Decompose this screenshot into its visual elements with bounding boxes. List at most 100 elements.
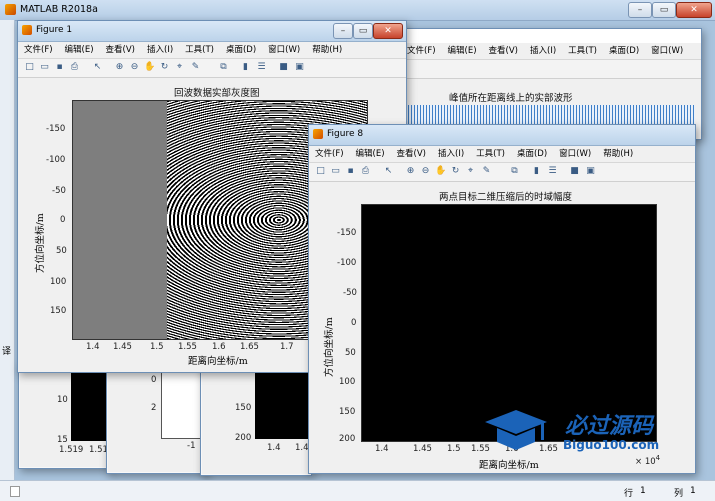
fig8-ytick: -50 xyxy=(343,288,357,298)
side-label: 译 xyxy=(2,347,12,357)
minimize-button[interactable]: – xyxy=(333,23,353,39)
zoom-out-icon[interactable]: ⊖ xyxy=(129,62,140,73)
menu-desktop[interactable]: 桌面(D) xyxy=(603,43,645,59)
menu-view[interactable]: 查看(V) xyxy=(391,146,432,162)
menu-window[interactable]: 窗口(W) xyxy=(553,146,597,162)
menu-tools[interactable]: 工具(T) xyxy=(470,146,511,162)
new-figure-icon[interactable]: □ xyxy=(315,166,326,177)
maximize-button[interactable]: ▭ xyxy=(353,23,373,39)
fig8-xtick: 1.5 xyxy=(447,444,461,454)
fig1-xtick: 1.6 xyxy=(212,342,226,352)
watermark-logo: 必过源码 Biguo100.com xyxy=(483,406,693,456)
bg-b-ytick: 0 xyxy=(151,375,157,385)
bg-b-ytick: 2 xyxy=(151,403,157,413)
menu-insert[interactable]: 插入(I) xyxy=(432,146,470,162)
status-scroll-grip[interactable] xyxy=(10,486,20,497)
matlab-titlebar: MATLAB R2018a – ▭ ✕ xyxy=(0,0,715,21)
menu-insert[interactable]: 插入(I) xyxy=(524,43,562,59)
menu-desktop[interactable]: 桌面(D) xyxy=(220,42,262,58)
save-icon[interactable]: ▪ xyxy=(54,62,65,73)
menu-insert[interactable]: 插入(I) xyxy=(141,42,179,58)
pan-icon[interactable]: ✋ xyxy=(435,166,446,177)
zoom-in-icon[interactable]: ⊕ xyxy=(405,166,416,177)
bg-figure-b[interactable]: 2 0 -1 xyxy=(106,362,208,474)
colorbar-icon[interactable]: ▮ xyxy=(531,166,542,177)
open-icon[interactable]: ▭ xyxy=(330,166,341,177)
print-icon[interactable]: ⎙ xyxy=(69,62,80,73)
bg-c-xtick: 1.4 xyxy=(267,443,281,453)
fig1-plot-title: 回波数据实部灰度图 xyxy=(174,88,260,99)
pointer-icon[interactable]: ↖ xyxy=(92,62,103,73)
fig8-x-exponent-base: × 10 xyxy=(635,456,656,467)
save-icon[interactable]: ▪ xyxy=(345,166,356,177)
rotate-icon[interactable]: ↻ xyxy=(450,166,461,177)
menu-window[interactable]: 窗口(W) xyxy=(262,42,306,58)
bg-a-ytick: 10 xyxy=(57,395,68,405)
fig8-ytick: 150 xyxy=(339,407,356,417)
fig8-ytick: 0 xyxy=(351,318,357,328)
pan-icon[interactable]: ✋ xyxy=(144,62,155,73)
menu-tools[interactable]: 工具(T) xyxy=(562,43,603,59)
status-col-value: 1 xyxy=(690,486,696,496)
menu-help[interactable]: 帮助(H) xyxy=(597,146,639,162)
fig1-xlabel: 距离向坐标/m xyxy=(188,356,248,367)
hide-tools-icon[interactable]: ■ xyxy=(569,166,580,177)
data-cursor-icon[interactable]: ⌖ xyxy=(174,62,185,73)
link-icon[interactable]: ⧉ xyxy=(509,166,520,177)
bg-b-xtick: -1 xyxy=(187,441,196,451)
mid-plot-title: 峰值所在距离线上的实部波形 xyxy=(449,93,573,104)
fig8-ytick: -100 xyxy=(337,258,357,268)
matlab-logo-icon xyxy=(5,4,16,15)
toolbar: □ ▭ ▪ ⎙ ↖ ⊕ ⊖ ✋ ↻ ⌖ ✎ ⧉ ▮ ☰ ■ ▣ xyxy=(309,163,695,182)
figure-8-title: Figure 8 xyxy=(327,129,364,139)
zoom-in-icon[interactable]: ⊕ xyxy=(114,62,125,73)
print-icon[interactable]: ⎙ xyxy=(360,166,371,177)
menu-edit[interactable]: 编辑(E) xyxy=(350,146,391,162)
menu-desktop[interactable]: 桌面(D) xyxy=(511,146,553,162)
menu-help[interactable]: 帮助(H) xyxy=(306,42,348,58)
figure-icon xyxy=(313,129,323,139)
fig1-ylabel: 方位向坐标/m xyxy=(35,213,46,273)
menu-file[interactable]: 文件(F) xyxy=(309,146,350,162)
status-row-value: 1 xyxy=(640,486,646,496)
new-figure-icon[interactable]: □ xyxy=(24,62,35,73)
menu-file[interactable]: 文件(F) xyxy=(18,42,59,58)
hide-tools-icon[interactable]: ■ xyxy=(278,62,289,73)
brush-icon[interactable]: ✎ xyxy=(481,166,492,177)
fig1-xtick: 1.55 xyxy=(178,342,197,352)
legend-icon[interactable]: ☰ xyxy=(547,166,558,177)
brush-icon[interactable]: ✎ xyxy=(190,62,201,73)
fig8-ytick: -150 xyxy=(337,228,357,238)
menu-edit[interactable]: 编辑(E) xyxy=(59,42,100,58)
data-cursor-icon[interactable]: ⌖ xyxy=(465,166,476,177)
minimize-button[interactable]: – xyxy=(628,2,652,18)
open-icon[interactable]: ▭ xyxy=(39,62,50,73)
fig1-ytick: 150 xyxy=(50,306,67,316)
menu-window[interactable]: 窗口(W) xyxy=(645,43,689,59)
status-col-label: 列 xyxy=(674,489,684,499)
menu-view[interactable]: 查看(V) xyxy=(483,43,524,59)
menubar: 文件(F)编辑(E)查看(V)插入(I)工具(T)桌面(D)窗口(W)帮助(H) xyxy=(18,42,406,59)
fig1-ytick: 100 xyxy=(50,277,67,287)
show-tools-icon[interactable]: ▣ xyxy=(585,166,596,177)
bg-figure-c[interactable]: 150 200 1.4 1.45 xyxy=(200,362,314,476)
show-tools-icon[interactable]: ▣ xyxy=(294,62,305,73)
menu-view[interactable]: 查看(V) xyxy=(100,42,141,58)
close-button[interactable]: ✕ xyxy=(373,23,403,39)
fig8-xtick: 1.4 xyxy=(375,444,389,454)
statusbar: 行 1 列 1 xyxy=(0,480,715,501)
menu-edit[interactable]: 编辑(E) xyxy=(442,43,483,59)
toolbar: □ ▭ ▪ ⎙ ↖ ⊕ ⊖ ✋ ↻ ⌖ ✎ ⧉ ▮ ☰ ■ ▣ xyxy=(18,59,406,78)
pointer-icon[interactable]: ↖ xyxy=(383,166,394,177)
menu-file[interactable]: 文件(F) xyxy=(401,43,442,59)
fig1-xtick: 1.7 xyxy=(280,342,294,352)
bg-figure-a[interactable]: 10 15 1.519 1.519 xyxy=(18,362,113,469)
zoom-out-icon[interactable]: ⊖ xyxy=(420,166,431,177)
maximize-button[interactable]: ▭ xyxy=(652,2,676,18)
colorbar-icon[interactable]: ▮ xyxy=(240,62,251,73)
close-button[interactable]: ✕ xyxy=(676,2,712,18)
rotate-icon[interactable]: ↻ xyxy=(159,62,170,73)
legend-icon[interactable]: ☰ xyxy=(256,62,267,73)
link-icon[interactable]: ⧉ xyxy=(218,62,229,73)
menu-tools[interactable]: 工具(T) xyxy=(179,42,220,58)
